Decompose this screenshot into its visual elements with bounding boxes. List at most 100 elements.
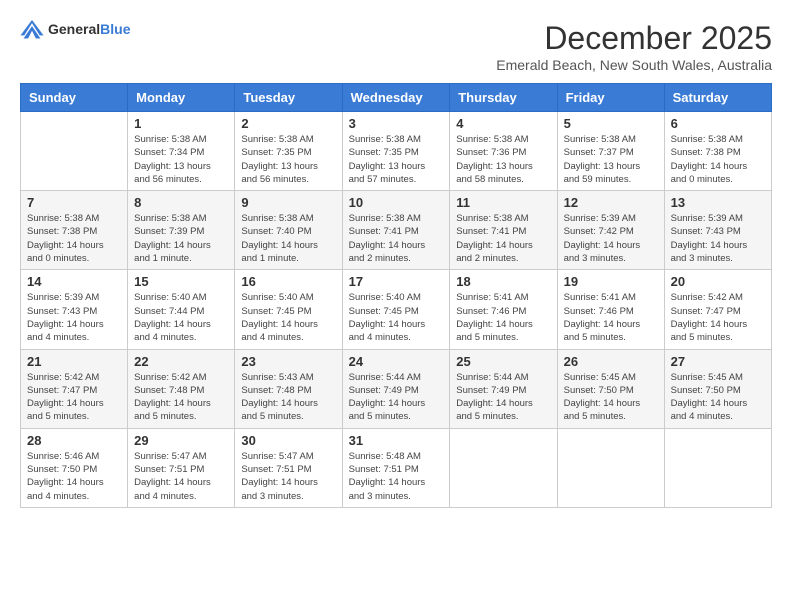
- day-info: Sunrise: 5:39 AM Sunset: 7:43 PM Dayligh…: [27, 291, 121, 344]
- day-info: Sunrise: 5:38 AM Sunset: 7:39 PM Dayligh…: [134, 212, 228, 265]
- day-info: Sunrise: 5:38 AM Sunset: 7:37 PM Dayligh…: [564, 133, 658, 186]
- day-info: Sunrise: 5:47 AM Sunset: 7:51 PM Dayligh…: [241, 450, 335, 503]
- day-number: 10: [349, 195, 444, 210]
- title-section: December 2025 Emerald Beach, New South W…: [496, 20, 772, 73]
- calendar-cell: 29Sunrise: 5:47 AM Sunset: 7:51 PM Dayli…: [128, 428, 235, 507]
- day-number: 21: [27, 354, 121, 369]
- day-info: Sunrise: 5:38 AM Sunset: 7:41 PM Dayligh…: [456, 212, 550, 265]
- day-info: Sunrise: 5:44 AM Sunset: 7:49 PM Dayligh…: [456, 371, 550, 424]
- day-info: Sunrise: 5:40 AM Sunset: 7:44 PM Dayligh…: [134, 291, 228, 344]
- day-number: 27: [671, 354, 765, 369]
- calendar-cell: 3 Sunrise: 5:38 AM Sunset: 7:35 PM Daylig…: [342, 112, 450, 191]
- day-info: Sunrise: 5:43 AM Sunset: 7:48 PM Dayligh…: [241, 371, 335, 424]
- day-number: 29: [134, 433, 228, 448]
- calendar-cell: 16 Sunrise: 5:40 AM Sunset: 7:45 PM Dayli…: [235, 270, 342, 349]
- day-info: Sunrise: 5:42 AM Sunset: 7:47 PM Dayligh…: [671, 291, 765, 344]
- day-number: 22: [134, 354, 228, 369]
- day-number: 19: [564, 274, 658, 289]
- day-number: 2: [241, 116, 335, 131]
- day-number: 23: [241, 354, 335, 369]
- calendar-table: SundayMondayTuesdayWednesdayThursdayFrid…: [20, 83, 772, 508]
- calendar-cell: 5 Sunrise: 5:38 AM Sunset: 7:37 PM Daylig…: [557, 112, 664, 191]
- calendar-cell: 1 Sunrise: 5:38 AM Sunset: 7:34 PM Daylig…: [128, 112, 235, 191]
- day-info: Sunrise: 5:42 AM Sunset: 7:48 PM Dayligh…: [134, 371, 228, 424]
- calendar-cell: [664, 428, 771, 507]
- calendar-cell: 14 Sunrise: 5:39 AM Sunset: 7:43 PM Dayli…: [21, 270, 128, 349]
- column-header-thursday: Thursday: [450, 84, 557, 112]
- calendar-cell: 9 Sunrise: 5:38 AM Sunset: 7:40 PM Daylig…: [235, 191, 342, 270]
- calendar-week-row: 7Sunrise: 5:38 AM Sunset: 7:38 PM Daylig…: [21, 191, 772, 270]
- calendar-cell: 10Sunrise: 5:38 AM Sunset: 7:41 PM Dayli…: [342, 191, 450, 270]
- calendar-week-row: 28 Sunrise: 5:46 AM Sunset: 7:50 PM Dayli…: [21, 428, 772, 507]
- column-header-tuesday: Tuesday: [235, 84, 342, 112]
- day-number: 20: [671, 274, 765, 289]
- calendar-week-row: 1 Sunrise: 5:38 AM Sunset: 7:34 PM Daylig…: [21, 112, 772, 191]
- calendar-cell: [557, 428, 664, 507]
- logo-text-blue: Blue: [100, 21, 130, 37]
- column-header-friday: Friday: [557, 84, 664, 112]
- calendar-cell: 20 Sunrise: 5:42 AM Sunset: 7:47 PM Dayli…: [664, 270, 771, 349]
- calendar-cell: 8 Sunrise: 5:38 AM Sunset: 7:39 PM Daylig…: [128, 191, 235, 270]
- calendar-week-row: 21Sunrise: 5:42 AM Sunset: 7:47 PM Dayli…: [21, 349, 772, 428]
- day-number: 30: [241, 433, 335, 448]
- column-header-saturday: Saturday: [664, 84, 771, 112]
- day-number: 3: [349, 116, 444, 131]
- day-number: 25: [456, 354, 550, 369]
- day-info: Sunrise: 5:39 AM Sunset: 7:43 PM Dayligh…: [671, 212, 765, 265]
- day-info: Sunrise: 5:40 AM Sunset: 7:45 PM Dayligh…: [349, 291, 444, 344]
- location-title: Emerald Beach, New South Wales, Australi…: [496, 57, 772, 73]
- calendar-cell: 12 Sunrise: 5:39 AM Sunset: 7:42 PM Dayli…: [557, 191, 664, 270]
- day-info: Sunrise: 5:39 AM Sunset: 7:42 PM Dayligh…: [564, 212, 658, 265]
- day-number: 1: [134, 116, 228, 131]
- calendar-cell: [21, 112, 128, 191]
- day-number: 11: [456, 195, 550, 210]
- day-info: Sunrise: 5:38 AM Sunset: 7:38 PM Dayligh…: [27, 212, 121, 265]
- day-number: 9: [241, 195, 335, 210]
- calendar-cell: 7Sunrise: 5:38 AM Sunset: 7:38 PM Daylig…: [21, 191, 128, 270]
- calendar-cell: 15Sunrise: 5:40 AM Sunset: 7:44 PM Dayli…: [128, 270, 235, 349]
- calendar-cell: 18 Sunrise: 5:41 AM Sunset: 7:46 PM Dayli…: [450, 270, 557, 349]
- day-number: 14: [27, 274, 121, 289]
- day-number: 16: [241, 274, 335, 289]
- page-header: GeneralBlue December 2025 Emerald Beach,…: [20, 20, 772, 73]
- day-number: 31: [349, 433, 444, 448]
- day-number: 24: [349, 354, 444, 369]
- column-header-sunday: Sunday: [21, 84, 128, 112]
- day-info: Sunrise: 5:46 AM Sunset: 7:50 PM Dayligh…: [27, 450, 121, 503]
- day-number: 4: [456, 116, 550, 131]
- day-info: Sunrise: 5:41 AM Sunset: 7:46 PM Dayligh…: [456, 291, 550, 344]
- calendar-cell: 25 Sunrise: 5:44 AM Sunset: 7:49 PM Dayli…: [450, 349, 557, 428]
- calendar-cell: [450, 428, 557, 507]
- day-number: 28: [27, 433, 121, 448]
- calendar-cell: 11 Sunrise: 5:38 AM Sunset: 7:41 PM Dayli…: [450, 191, 557, 270]
- day-info: Sunrise: 5:38 AM Sunset: 7:38 PM Dayligh…: [671, 133, 765, 186]
- day-info: Sunrise: 5:41 AM Sunset: 7:46 PM Dayligh…: [564, 291, 658, 344]
- calendar-cell: 30 Sunrise: 5:47 AM Sunset: 7:51 PM Dayli…: [235, 428, 342, 507]
- day-info: Sunrise: 5:38 AM Sunset: 7:35 PM Dayligh…: [241, 133, 335, 186]
- day-number: 12: [564, 195, 658, 210]
- logo-icon: [20, 20, 44, 40]
- day-number: 5: [564, 116, 658, 131]
- calendar-cell: 23 Sunrise: 5:43 AM Sunset: 7:48 PM Dayli…: [235, 349, 342, 428]
- day-number: 6: [671, 116, 765, 131]
- day-info: Sunrise: 5:40 AM Sunset: 7:45 PM Dayligh…: [241, 291, 335, 344]
- day-number: 26: [564, 354, 658, 369]
- calendar-cell: 26Sunrise: 5:45 AM Sunset: 7:50 PM Dayli…: [557, 349, 664, 428]
- month-title: December 2025: [496, 20, 772, 57]
- day-info: Sunrise: 5:38 AM Sunset: 7:34 PM Dayligh…: [134, 133, 228, 186]
- day-number: 18: [456, 274, 550, 289]
- day-number: 8: [134, 195, 228, 210]
- day-info: Sunrise: 5:38 AM Sunset: 7:35 PM Dayligh…: [349, 133, 444, 186]
- calendar-cell: 21Sunrise: 5:42 AM Sunset: 7:47 PM Dayli…: [21, 349, 128, 428]
- calendar-cell: 19 Sunrise: 5:41 AM Sunset: 7:46 PM Dayli…: [557, 270, 664, 349]
- day-info: Sunrise: 5:44 AM Sunset: 7:49 PM Dayligh…: [349, 371, 444, 424]
- calendar-cell: 4Sunrise: 5:38 AM Sunset: 7:36 PM Daylig…: [450, 112, 557, 191]
- day-info: Sunrise: 5:45 AM Sunset: 7:50 PM Dayligh…: [671, 371, 765, 424]
- calendar-cell: 6 Sunrise: 5:38 AM Sunset: 7:38 PM Daylig…: [664, 112, 771, 191]
- calendar-cell: 22 Sunrise: 5:42 AM Sunset: 7:48 PM Dayli…: [128, 349, 235, 428]
- calendar-header-row: SundayMondayTuesdayWednesdayThursdayFrid…: [21, 84, 772, 112]
- calendar-cell: 24 Sunrise: 5:44 AM Sunset: 7:49 PM Dayli…: [342, 349, 450, 428]
- logo-text-general: General: [48, 21, 100, 37]
- day-info: Sunrise: 5:38 AM Sunset: 7:40 PM Dayligh…: [241, 212, 335, 265]
- day-number: 13: [671, 195, 765, 210]
